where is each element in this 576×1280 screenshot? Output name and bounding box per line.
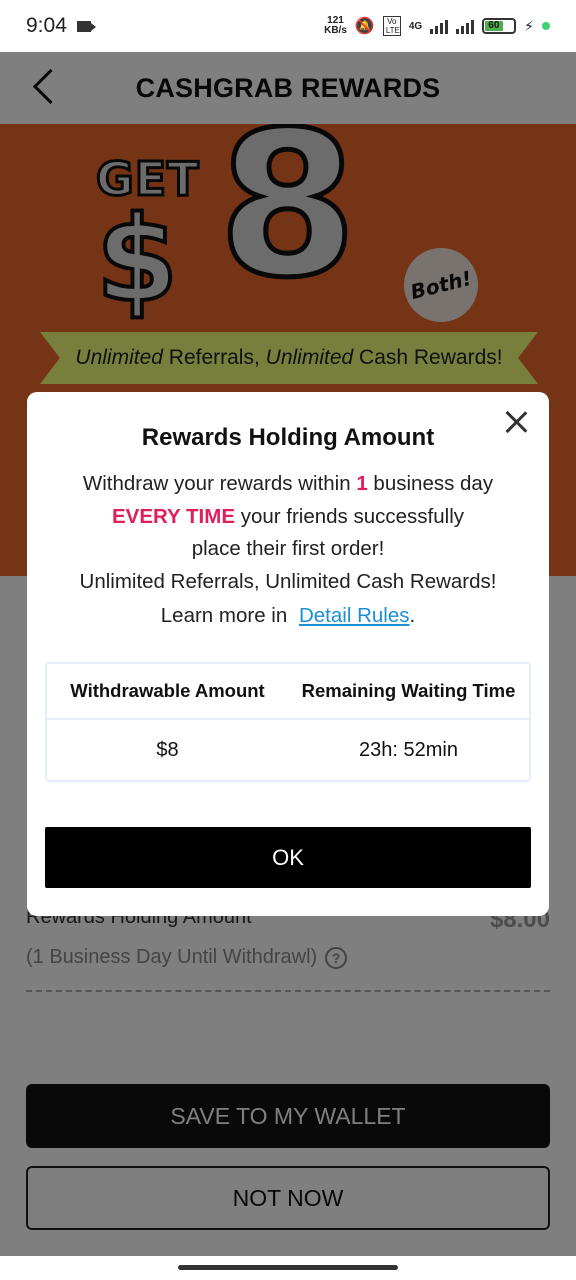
holding-info-table: Withdrawable Amount Remaining Waiting Ti…	[45, 662, 531, 782]
table-header: Withdrawable Amount Remaining Waiting Ti…	[47, 664, 529, 720]
mute-vibrate-icon: 🔕	[354, 18, 375, 35]
signal-icon-sim1	[430, 18, 449, 34]
status-icons: 121 KB/s 🔕 Vo LTE 4G 60 ⚡	[324, 16, 550, 36]
rewards-holding-dialog: Rewards Holding Amount Withdraw your rew…	[27, 392, 549, 916]
every-time-highlight: EVERY TIME	[111, 504, 235, 528]
header-withdrawable-amount: Withdrawable Amount	[70, 680, 265, 701]
volte-icon: Vo LTE	[382, 16, 401, 36]
business-day-count: 1	[356, 472, 368, 495]
privacy-dot	[542, 22, 550, 30]
detail-rules-link[interactable]: Detail Rules	[299, 604, 410, 627]
net-speed: 121 KB/s	[324, 15, 347, 36]
battery-level: 60	[485, 21, 503, 31]
table-row: $8 23h: 52min	[47, 720, 529, 780]
system-nav-bar	[0, 1256, 576, 1280]
status-time: 9:04	[26, 14, 67, 37]
network-type: 4G	[408, 20, 423, 32]
remaining-time-value: 23h: 52min	[359, 738, 458, 761]
message-line-2: EVERY TIME your friends successfully	[111, 504, 465, 528]
message-line-1: Withdraw your rewards within 1 business …	[82, 472, 494, 495]
video-camera-icon	[76, 20, 96, 32]
ok-button[interactable]: OK	[45, 827, 531, 888]
message-line-4: Unlimited Referrals, Unlimited Cash Rewa…	[79, 569, 497, 593]
message-line-3: place their first order!	[191, 537, 385, 560]
home-indicator[interactable]	[178, 1265, 398, 1270]
charging-icon: ⚡	[524, 17, 534, 34]
signal-icon-sim2	[456, 18, 475, 34]
dialog-message: Withdraw your rewards within 1 business …	[27, 468, 549, 598]
dialog-title: Rewards Holding Amount	[141, 424, 435, 451]
battery-icon: 60	[482, 18, 517, 34]
withdrawable-amount-value: $8	[156, 738, 179, 761]
header-remaining-time: Remaining Waiting Time	[301, 680, 516, 701]
learn-more: Learn more in Detail Rules.	[160, 604, 416, 627]
status-bar: 9:04 121 KB/s 🔕 Vo LTE 4G 60 ⚡	[0, 0, 576, 52]
